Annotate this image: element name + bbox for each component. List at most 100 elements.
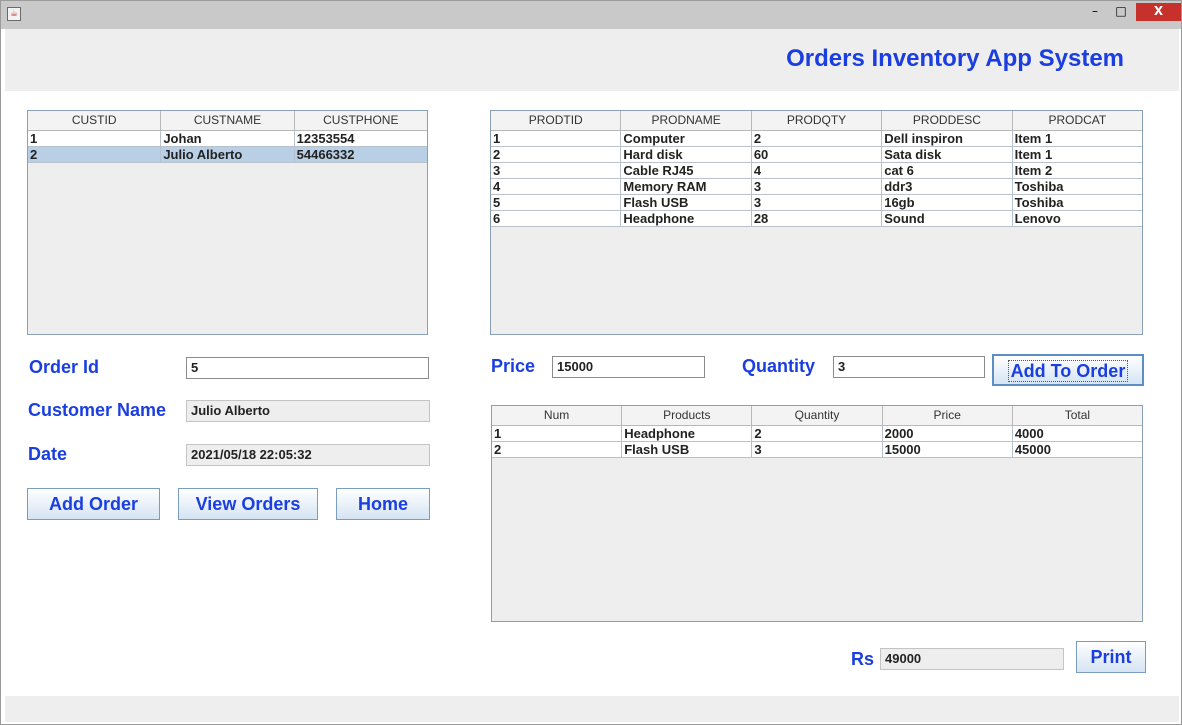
- print-button[interactable]: Print: [1076, 641, 1146, 673]
- products-table[interactable]: PRODTID PRODNAME PRODQTY PRODDESC PRODCAT 1C…: [490, 110, 1143, 335]
- column-header[interactable]: Num: [492, 406, 623, 425]
- total-field[interactable]: 49000: [880, 648, 1064, 670]
- quantity-label: Quantity: [742, 356, 816, 376]
- product-row[interactable]: 4 Memory RAM 3 ddr3 Toshiba: [491, 179, 1142, 195]
- header: Orders Inventory App System: [5, 29, 1179, 91]
- table-cell[interactable]: Sound: [882, 211, 1013, 226]
- view-orders-button[interactable]: View Orders: [178, 488, 318, 520]
- table-cell[interactable]: 28: [752, 211, 883, 226]
- product-row[interactable]: 3 Cable RJ45 4 cat 6 Item 2: [491, 163, 1142, 179]
- customer-name-field[interactable]: Julio Alberto: [186, 400, 430, 422]
- table-cell[interactable]: Item 1: [1013, 147, 1142, 162]
- table-cell[interactable]: 4: [752, 163, 883, 178]
- table-cell[interactable]: Headphone: [622, 426, 753, 441]
- app-window: ☕ – □ X Orders Inventory App System CUST…: [0, 0, 1182, 725]
- table-cell[interactable]: 3: [752, 179, 883, 194]
- column-header[interactable]: CUSTID: [28, 111, 162, 130]
- table-cell[interactable]: 2000: [883, 426, 1013, 441]
- table-cell[interactable]: 2: [28, 147, 162, 162]
- column-header[interactable]: PRODDESC: [882, 111, 1013, 130]
- products-table-body[interactable]: 1 Computer 2 Dell inspiron Item 1 2 Hard disk 6…: [491, 131, 1142, 227]
- java-cup-icon[interactable]: ☕: [7, 7, 21, 21]
- price-field[interactable]: 15000: [552, 356, 705, 378]
- customer-row[interactable]: 1 Johan 12353554: [28, 131, 427, 147]
- table-cell[interactable]: 12353554: [295, 131, 427, 146]
- customers-table[interactable]: CUSTID CUSTNAME CUSTPHONE 1 Johan 12353554 2 J…: [27, 110, 428, 335]
- date-label: Date: [28, 444, 68, 464]
- column-header[interactable]: PRODTID: [491, 111, 622, 130]
- column-header[interactable]: Price: [883, 406, 1013, 425]
- quantity-field[interactable]: 3: [833, 356, 985, 378]
- column-header[interactable]: CUSTPHONE: [295, 111, 427, 130]
- table-cell[interactable]: 2: [491, 147, 622, 162]
- add-to-order-button[interactable]: Add To Order: [992, 354, 1144, 386]
- customer-row[interactable]: 2 Julio Alberto 54466332: [28, 147, 427, 163]
- product-row[interactable]: 2 Hard disk 60 Sata disk Item 1: [491, 147, 1142, 163]
- customers-table-header: CUSTID CUSTNAME CUSTPHONE: [28, 111, 427, 131]
- table-cell[interactable]: cat 6: [882, 163, 1013, 178]
- table-cell[interactable]: Flash USB: [622, 442, 753, 457]
- table-cell[interactable]: Toshiba: [1013, 195, 1142, 210]
- title-bar[interactable]: ☕ – □ X: [1, 1, 1181, 29]
- table-cell[interactable]: Sata disk: [882, 147, 1013, 162]
- order-item-row[interactable]: 1 Headphone 2 2000 4000: [492, 426, 1142, 442]
- order-items-table-body[interactable]: 1 Headphone 2 2000 4000 2 Flash USB 3 15000 45000: [492, 426, 1142, 458]
- home-button[interactable]: Home: [336, 488, 430, 520]
- table-cell[interactable]: 3: [752, 195, 883, 210]
- products-table-header: PRODTID PRODNAME PRODQTY PRODDESC PRODCAT: [491, 111, 1142, 131]
- close-button[interactable]: X: [1136, 3, 1181, 21]
- customers-table-body[interactable]: 1 Johan 12353554 2 Julio Alberto 54466332: [28, 131, 427, 163]
- table-cell[interactable]: Flash USB: [621, 195, 752, 210]
- table-cell[interactable]: Dell inspiron: [882, 131, 1013, 146]
- footer: [5, 696, 1179, 722]
- table-cell[interactable]: Julio Alberto: [161, 147, 295, 162]
- table-cell[interactable]: Item 1: [1013, 131, 1142, 146]
- table-cell[interactable]: 54466332: [295, 147, 427, 162]
- table-cell[interactable]: Memory RAM: [621, 179, 752, 194]
- table-cell[interactable]: 3: [491, 163, 622, 178]
- order-id-field[interactable]: 5: [186, 357, 429, 379]
- table-cell[interactable]: Johan: [161, 131, 295, 146]
- product-row[interactable]: 1 Computer 2 Dell inspiron Item 1: [491, 131, 1142, 147]
- table-cell[interactable]: 45000: [1013, 442, 1142, 457]
- table-cell[interactable]: 5: [491, 195, 622, 210]
- order-items-table[interactable]: Num Products Quantity Price Total 1 Headphone…: [491, 405, 1143, 622]
- add-to-order-label: Add To Order: [1007, 360, 1129, 382]
- table-cell[interactable]: 60: [752, 147, 883, 162]
- table-cell[interactable]: ddr3: [882, 179, 1013, 194]
- table-cell[interactable]: 15000: [883, 442, 1013, 457]
- table-cell[interactable]: 2: [752, 426, 883, 441]
- table-cell[interactable]: 1: [491, 131, 622, 146]
- table-cell[interactable]: Computer: [621, 131, 752, 146]
- table-cell[interactable]: Item 2: [1013, 163, 1142, 178]
- column-header[interactable]: CUSTNAME: [161, 111, 295, 130]
- order-items-table-header: Num Products Quantity Price Total: [492, 406, 1142, 426]
- product-row[interactable]: 6 Headphone 28 Sound Lenovo: [491, 211, 1142, 227]
- table-cell[interactable]: Headphone: [621, 211, 752, 226]
- column-header[interactable]: PRODNAME: [621, 111, 752, 130]
- column-header[interactable]: PRODQTY: [752, 111, 883, 130]
- column-header[interactable]: Products: [622, 406, 753, 425]
- column-header[interactable]: Total: [1013, 406, 1142, 425]
- order-item-row[interactable]: 2 Flash USB 3 15000 45000: [492, 442, 1142, 458]
- column-header[interactable]: PRODCAT: [1013, 111, 1142, 130]
- table-cell[interactable]: 1: [28, 131, 162, 146]
- table-cell[interactable]: 6: [491, 211, 622, 226]
- table-cell[interactable]: 2: [752, 131, 883, 146]
- table-cell[interactable]: 3: [752, 442, 883, 457]
- table-cell[interactable]: Toshiba: [1013, 179, 1142, 194]
- column-header[interactable]: Quantity: [752, 406, 883, 425]
- table-cell[interactable]: Lenovo: [1013, 211, 1142, 226]
- minimize-button[interactable]: –: [1083, 3, 1107, 21]
- product-row[interactable]: 5 Flash USB 3 16gb Toshiba: [491, 195, 1142, 211]
- table-cell[interactable]: 4000: [1013, 426, 1142, 441]
- table-cell[interactable]: 16gb: [882, 195, 1013, 210]
- table-cell[interactable]: 2: [492, 442, 623, 457]
- maximize-button[interactable]: □: [1109, 3, 1133, 21]
- add-order-button[interactable]: Add Order: [27, 488, 160, 520]
- table-cell[interactable]: 1: [492, 426, 623, 441]
- date-field[interactable]: 2021/05/18 22:05:32: [186, 444, 430, 466]
- table-cell[interactable]: 4: [491, 179, 622, 194]
- table-cell[interactable]: Cable RJ45: [621, 163, 752, 178]
- table-cell[interactable]: Hard disk: [621, 147, 752, 162]
